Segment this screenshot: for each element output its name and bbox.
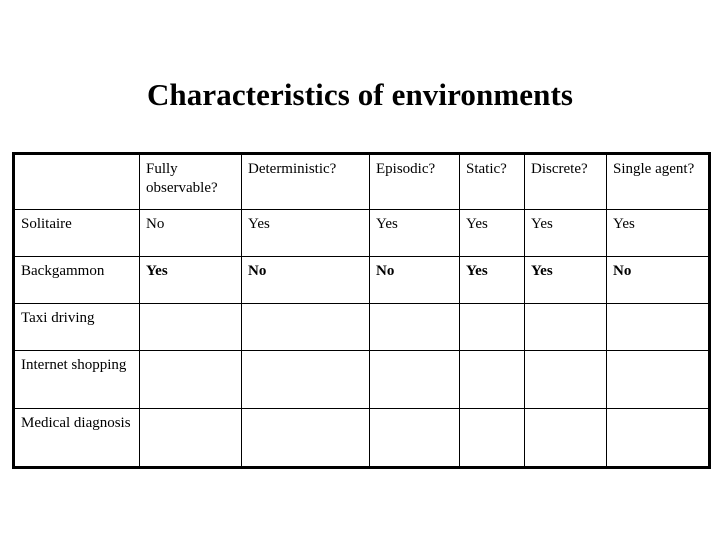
cell-medical-diagnosis-static <box>459 408 525 468</box>
cell-internet-shopping-static <box>459 350 525 409</box>
cell-backgammon-fully-observable: Yes <box>139 256 242 304</box>
cell-backgammon-discrete: Yes <box>524 256 607 304</box>
cell-taxi-driving-single-agent <box>606 303 710 351</box>
row-label-solitaire: Solitaire <box>13 209 140 257</box>
cell-internet-shopping-deterministic <box>241 350 370 409</box>
row-label-taxi-driving: Taxi driving <box>13 303 140 351</box>
header-corner-cell <box>13 153 140 210</box>
cell-solitaire-fully-observable: No <box>139 209 242 257</box>
cell-internet-shopping-discrete <box>524 350 607 409</box>
cell-taxi-driving-episodic <box>369 303 460 351</box>
table-header-row: Fully observable? Deterministic? Episodi… <box>13 153 710 210</box>
cell-solitaire-single-agent: Yes <box>606 209 710 257</box>
cell-medical-diagnosis-single-agent <box>606 408 710 468</box>
cell-medical-diagnosis-discrete <box>524 408 607 468</box>
cell-internet-shopping-single-agent <box>606 350 710 409</box>
cell-backgammon-single-agent: No <box>606 256 710 304</box>
cell-taxi-driving-deterministic <box>241 303 370 351</box>
column-header-discrete: Discrete? <box>524 153 607 210</box>
table-row: Medical diagnosis <box>13 408 710 468</box>
table-row: Taxi driving <box>13 303 710 351</box>
environments-table-container: Fully observable? Deterministic? Episodi… <box>12 152 711 469</box>
column-header-single-agent: Single agent? <box>606 153 710 210</box>
cell-solitaire-episodic: Yes <box>369 209 460 257</box>
column-header-deterministic: Deterministic? <box>241 153 370 210</box>
row-label-medical-diagnosis: Medical diagnosis <box>13 408 140 468</box>
cell-internet-shopping-episodic <box>369 350 460 409</box>
cell-backgammon-deterministic: No <box>241 256 370 304</box>
table-row: Internet shopping <box>13 350 710 409</box>
table-row: Backgammon Yes No No Yes Yes No <box>13 256 710 304</box>
row-label-backgammon: Backgammon <box>13 256 140 304</box>
cell-taxi-driving-fully-observable <box>139 303 242 351</box>
cell-solitaire-deterministic: Yes <box>241 209 370 257</box>
column-header-episodic: Episodic? <box>369 153 460 210</box>
cell-taxi-driving-discrete <box>524 303 607 351</box>
slide-canvas: Characteristics of environments Fully ob… <box>0 0 720 540</box>
column-header-static: Static? <box>459 153 525 210</box>
cell-medical-diagnosis-fully-observable <box>139 408 242 468</box>
cell-solitaire-static: Yes <box>459 209 525 257</box>
page-title: Characteristics of environments <box>146 77 574 112</box>
cell-medical-diagnosis-deterministic <box>241 408 370 468</box>
environments-table: Fully observable? Deterministic? Episodi… <box>12 152 711 469</box>
table-row: Solitaire No Yes Yes Yes Yes Yes <box>13 209 710 257</box>
cell-solitaire-discrete: Yes <box>524 209 607 257</box>
cell-internet-shopping-fully-observable <box>139 350 242 409</box>
cell-backgammon-episodic: No <box>369 256 460 304</box>
column-header-fully-observable: Fully observable? <box>139 153 242 210</box>
cell-backgammon-static: Yes <box>459 256 525 304</box>
cell-medical-diagnosis-episodic <box>369 408 460 468</box>
cell-taxi-driving-static <box>459 303 525 351</box>
row-label-internet-shopping: Internet shopping <box>13 350 140 409</box>
